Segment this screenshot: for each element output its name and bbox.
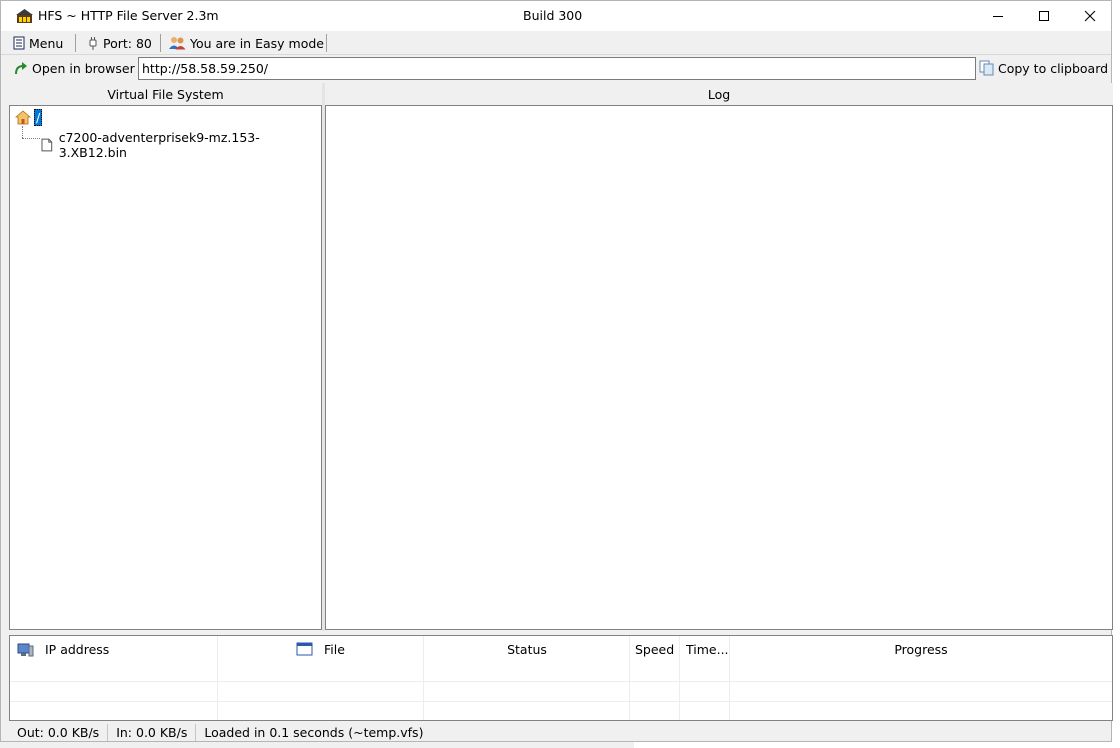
- open-in-browser-button[interactable]: Open in browser: [13, 59, 135, 77]
- column-file[interactable]: File: [296, 636, 426, 662]
- maximize-button[interactable]: [1021, 1, 1067, 31]
- column-speed[interactable]: Speed: [635, 636, 683, 662]
- tree-connector: [22, 138, 40, 139]
- vfs-tree[interactable]: / c7200-adventerprisek9-mz.153-3.XB12.bi…: [9, 105, 322, 630]
- copy-to-clipboard-label: Copy to clipboard: [998, 60, 1109, 76]
- port-button[interactable]: Port: 80: [87, 34, 152, 52]
- title-bar[interactable]: HFS ~ HTTP File Server 2.3m Build 300: [1, 1, 1111, 31]
- mode-button[interactable]: You are in Easy mode: [169, 34, 324, 52]
- open-in-browser-label: Open in browser: [32, 60, 135, 76]
- column-speed-label: Speed: [635, 641, 675, 657]
- column-time[interactable]: Time...: [686, 636, 734, 662]
- column-divider: [629, 636, 630, 720]
- connections-header: IP address File Status Speed Time... Pro…: [10, 636, 1112, 662]
- vfs-header: Virtual File System: [9, 83, 322, 105]
- toolbar-divider: [326, 34, 327, 52]
- column-divider: [423, 636, 424, 720]
- column-divider: [217, 636, 218, 720]
- desktop-background: [1112, 0, 1120, 748]
- port-label: Port: 80: [103, 35, 152, 51]
- column-file-label: File: [324, 641, 345, 657]
- computer-icon: [17, 643, 34, 656]
- status-loaded: Loaded in 0.1 seconds (~temp.vfs): [204, 725, 424, 740]
- plug-icon: [89, 36, 97, 50]
- column-time-label: Time...: [686, 641, 729, 657]
- menu-label: Menu: [29, 35, 64, 51]
- open-arrow-icon: [15, 61, 27, 74]
- log-header: Log: [325, 83, 1113, 105]
- column-status-label: Status: [507, 641, 547, 657]
- connections-list[interactable]: IP address File Status Speed Time... Pro…: [9, 635, 1113, 721]
- column-progress[interactable]: Progress: [730, 636, 1112, 662]
- main-toolbar: Menu Port: 80 You are in Easy mode: [1, 31, 1111, 55]
- column-divider: [679, 636, 680, 720]
- vfs-root-label: /: [34, 109, 43, 126]
- vfs-root-node[interactable]: /: [15, 109, 43, 126]
- column-ip-address-label: IP address: [45, 641, 110, 657]
- address-toolbar: Open in browser Copy to clipboard: [1, 56, 1111, 82]
- column-ip-address[interactable]: IP address: [17, 636, 217, 662]
- status-in-speed: In: 0.0 KB/s: [108, 724, 197, 741]
- maximize-icon: [1039, 11, 1049, 21]
- hfs-app-icon: [16, 9, 33, 23]
- column-divider: [729, 636, 730, 720]
- status-out-speed: Out: 0.0 KB/s: [9, 724, 109, 741]
- mode-label: You are in Easy mode: [190, 35, 324, 51]
- menu-button[interactable]: Menu: [13, 34, 63, 52]
- toolbar-divider: [160, 34, 161, 52]
- copy-to-clipboard-button[interactable]: Copy to clipboard: [979, 59, 1108, 77]
- table-row-line: [10, 701, 1112, 702]
- minimize-button[interactable]: [975, 1, 1021, 31]
- url-field[interactable]: [138, 57, 976, 80]
- close-button[interactable]: [1067, 1, 1113, 31]
- menu-icon: [13, 36, 25, 50]
- minimize-icon: [993, 16, 1003, 17]
- build-label: Build 300: [523, 8, 583, 23]
- column-status[interactable]: Status: [424, 636, 630, 662]
- window-icon: [296, 642, 313, 656]
- vfs-file-item[interactable]: c7200-adventerprisek9-mz.153-3.XB12.bin: [41, 130, 321, 160]
- status-bar: Out: 0.0 KB/s In: 0.0 KB/s Loaded in 0.1…: [9, 723, 1113, 742]
- toolbar-divider: [75, 34, 76, 52]
- tree-connector: [22, 126, 23, 138]
- column-progress-label: Progress: [894, 641, 948, 657]
- window-title: HFS ~ HTTP File Server 2.3m: [38, 8, 219, 23]
- close-icon: [1084, 10, 1096, 22]
- users-icon: [169, 37, 186, 50]
- hfs-window: HFS ~ HTTP File Server 2.3m Build 300 Me…: [0, 0, 1113, 742]
- file-icon: [41, 138, 53, 152]
- home-icon: [15, 110, 31, 125]
- log-area[interactable]: [325, 105, 1113, 630]
- table-row-line: [10, 681, 1112, 682]
- vfs-file-label: c7200-adventerprisek9-mz.153-3.XB12.bin: [58, 130, 260, 160]
- copy-icon: [979, 60, 994, 76]
